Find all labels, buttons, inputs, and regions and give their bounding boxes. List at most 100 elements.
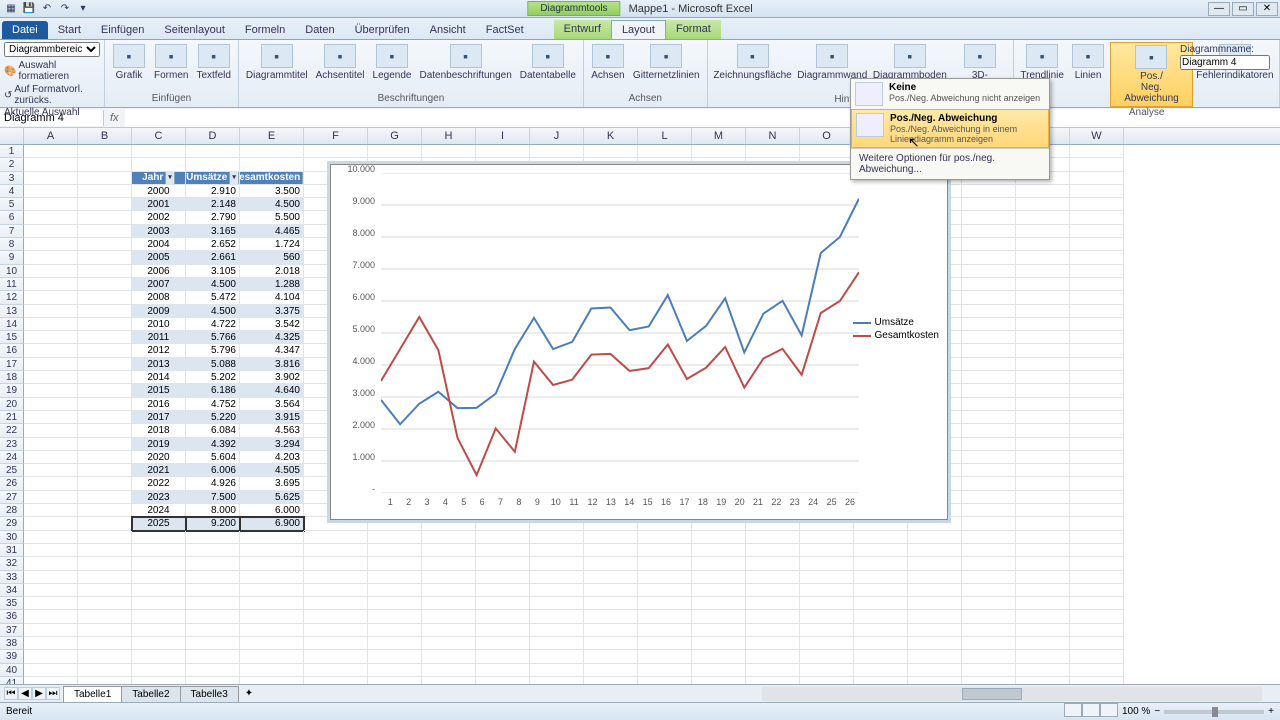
zoom-level[interactable]: 100 %: [1122, 706, 1150, 717]
cell-O30[interactable]: [800, 531, 854, 544]
cell-E23[interactable]: 3.294: [240, 438, 304, 451]
cell-P34[interactable]: [854, 584, 908, 597]
cell-W22[interactable]: [1070, 424, 1124, 437]
cell-I39[interactable]: [476, 650, 530, 663]
cell-U9[interactable]: [962, 251, 1016, 264]
row-header-34[interactable]: 34: [0, 584, 24, 597]
cell-A29[interactable]: [24, 517, 78, 530]
cell-U31[interactable]: [962, 544, 1016, 557]
cell-H35[interactable]: [422, 597, 476, 610]
cell-L34[interactable]: [638, 584, 692, 597]
cell-C7[interactable]: 2003: [132, 225, 186, 238]
cell-C24[interactable]: 2020: [132, 451, 186, 464]
cell-D14[interactable]: 4.722: [186, 318, 240, 331]
row-header-32[interactable]: 32: [0, 557, 24, 570]
cell-F39[interactable]: [304, 650, 368, 663]
sheet-tab-tabelle3[interactable]: Tabelle3: [180, 686, 239, 702]
cell-K37[interactable]: [584, 624, 638, 637]
cell-B33[interactable]: [78, 571, 132, 584]
cell-L40[interactable]: [638, 664, 692, 677]
cell-C39[interactable]: [132, 650, 186, 663]
cell-I37[interactable]: [476, 624, 530, 637]
cell-D27[interactable]: 7.500: [186, 491, 240, 504]
cell-F31[interactable]: [304, 544, 368, 557]
cell-V37[interactable]: [1016, 624, 1070, 637]
cell-D8[interactable]: 2.652: [186, 238, 240, 251]
cell-D4[interactable]: 2.910: [186, 185, 240, 198]
row-header-39[interactable]: 39: [0, 650, 24, 663]
cell-C1[interactable]: [132, 145, 186, 158]
cell-L38[interactable]: [638, 637, 692, 650]
cell-V32[interactable]: [1016, 557, 1070, 570]
cell-P30[interactable]: [854, 531, 908, 544]
ribbon-formen[interactable]: ▪Formen: [151, 42, 191, 83]
cell-D5[interactable]: 2.148: [186, 198, 240, 211]
cell-T41[interactable]: [908, 677, 962, 684]
row-header-24[interactable]: 24: [0, 451, 24, 464]
cell-A30[interactable]: [24, 531, 78, 544]
cell-C11[interactable]: 2007: [132, 278, 186, 291]
cell-B8[interactable]: [78, 238, 132, 251]
cell-W2[interactable]: [1070, 158, 1124, 171]
ribbon-gitternetzlinien[interactable]: ▪Gitternetzlinien: [630, 42, 703, 83]
cell-U26[interactable]: [962, 477, 1016, 490]
cell-W36[interactable]: [1070, 610, 1124, 623]
cell-A14[interactable]: [24, 318, 78, 331]
cell-V33[interactable]: [1016, 571, 1070, 584]
cell-A28[interactable]: [24, 504, 78, 517]
cell-I33[interactable]: [476, 571, 530, 584]
cell-W3[interactable]: [1070, 172, 1124, 185]
cell-G40[interactable]: [368, 664, 422, 677]
cell-I41[interactable]: [476, 677, 530, 684]
cell-C41[interactable]: [132, 677, 186, 684]
cell-D41[interactable]: [186, 677, 240, 684]
tab-entwurf[interactable]: Entwurf: [554, 20, 611, 39]
cell-V35[interactable]: [1016, 597, 1070, 610]
row-header-3[interactable]: 3: [0, 172, 24, 185]
zoom-in-button[interactable]: +: [1268, 706, 1274, 717]
cell-K33[interactable]: [584, 571, 638, 584]
cell-O36[interactable]: [800, 610, 854, 623]
cell-P40[interactable]: [854, 664, 908, 677]
cell-B14[interactable]: [78, 318, 132, 331]
cell-B31[interactable]: [78, 544, 132, 557]
chart-element-dropdown[interactable]: Diagrammbereich: [4, 42, 100, 57]
cell-U29[interactable]: [962, 517, 1016, 530]
cell-L33[interactable]: [638, 571, 692, 584]
cell-A20[interactable]: [24, 398, 78, 411]
cell-O35[interactable]: [800, 597, 854, 610]
cell-C29[interactable]: 2025: [132, 517, 186, 530]
cell-G37[interactable]: [368, 624, 422, 637]
cell-I30[interactable]: [476, 531, 530, 544]
cell-D33[interactable]: [186, 571, 240, 584]
col-header-A[interactable]: A: [24, 128, 78, 144]
cell-H30[interactable]: [422, 531, 476, 544]
cell-V10[interactable]: [1016, 265, 1070, 278]
cell-C13[interactable]: 2009: [132, 305, 186, 318]
sheet-nav-next[interactable]: ▶: [32, 687, 46, 700]
cell-A22[interactable]: [24, 424, 78, 437]
cell-U14[interactable]: [962, 318, 1016, 331]
cell-A37[interactable]: [24, 624, 78, 637]
cell-D25[interactable]: 6.006: [186, 464, 240, 477]
cell-I40[interactable]: [476, 664, 530, 677]
cell-C17[interactable]: 2013: [132, 358, 186, 371]
cell-U23[interactable]: [962, 438, 1016, 451]
cell-H38[interactable]: [422, 637, 476, 650]
cell-J33[interactable]: [530, 571, 584, 584]
cell-D11[interactable]: 4.500: [186, 278, 240, 291]
cell-V19[interactable]: [1016, 384, 1070, 397]
cell-A15[interactable]: [24, 331, 78, 344]
cell-B12[interactable]: [78, 291, 132, 304]
cell-D2[interactable]: [186, 158, 240, 171]
cell-I35[interactable]: [476, 597, 530, 610]
tab-überprüfen[interactable]: Überprüfen: [345, 21, 420, 39]
cell-E21[interactable]: 3.915: [240, 411, 304, 424]
cell-B5[interactable]: [78, 198, 132, 211]
sheet-tab-tabelle2[interactable]: Tabelle2: [121, 686, 180, 702]
cell-V31[interactable]: [1016, 544, 1070, 557]
cell-V38[interactable]: [1016, 637, 1070, 650]
col-header-L[interactable]: L: [638, 128, 692, 144]
cell-C8[interactable]: 2004: [132, 238, 186, 251]
cell-A3[interactable]: [24, 172, 78, 185]
